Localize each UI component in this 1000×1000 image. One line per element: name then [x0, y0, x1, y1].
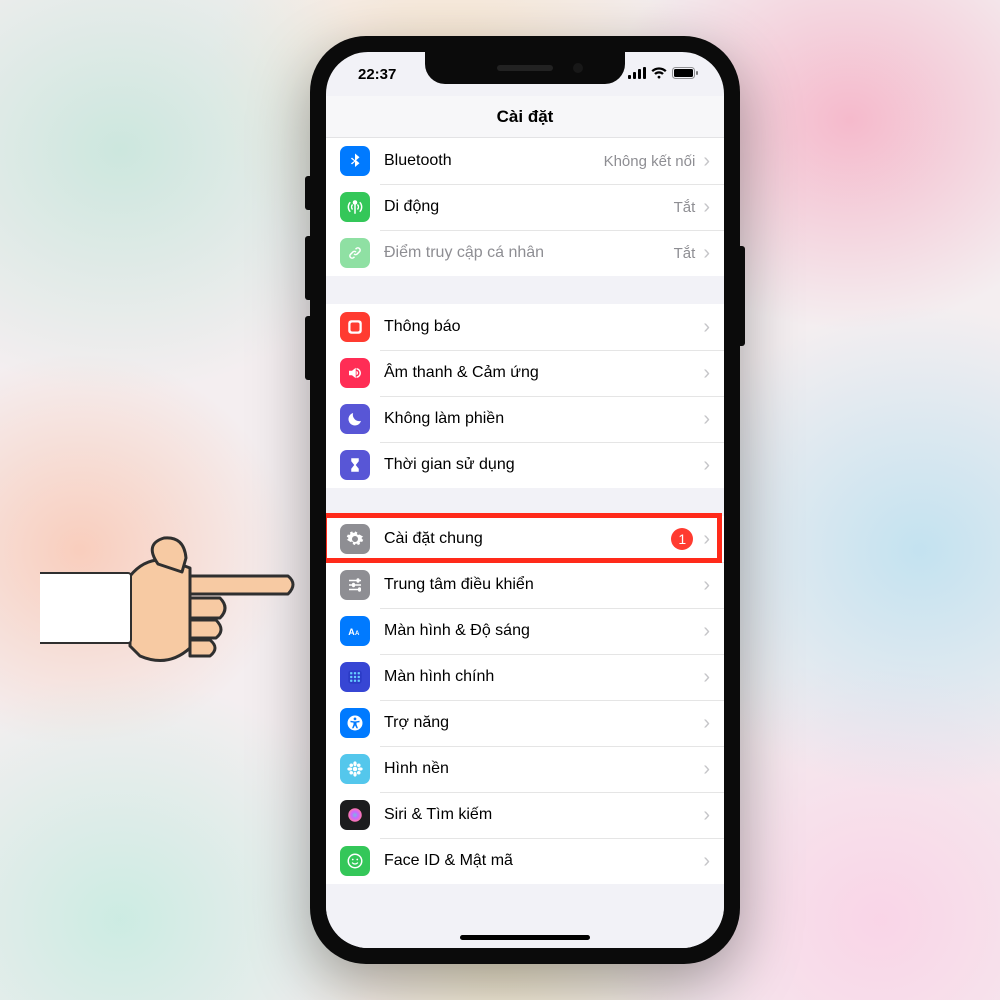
- svg-text:A: A: [355, 631, 360, 637]
- row-label: Bluetooth: [384, 152, 604, 170]
- row-label: Thông báo: [384, 318, 703, 336]
- row-value: Không kết nối: [604, 153, 696, 170]
- siri-icon: [340, 800, 370, 830]
- row-label: Trợ năng: [384, 714, 703, 732]
- row-label: Siri & Tìm kiếm: [384, 806, 703, 824]
- settings-row-hotspot[interactable]: Điểm truy cập cá nhânTắt ›: [326, 230, 724, 276]
- chevron-right-icon: ›: [703, 455, 710, 475]
- settings-row-controlcenter[interactable]: Trung tâm điều khiển›: [326, 562, 724, 608]
- hourglass-icon: [340, 450, 370, 480]
- battery-icon: [672, 66, 698, 83]
- row-label: Thời gian sử dụng: [384, 456, 703, 474]
- chevron-right-icon: ›: [703, 243, 710, 263]
- notification-badge: 1: [671, 528, 693, 550]
- chevron-right-icon: ›: [703, 575, 710, 595]
- row-label: Face ID & Mật mã: [384, 852, 703, 870]
- chevron-right-icon: ›: [703, 759, 710, 779]
- screen: 22:37 Cài đặt BluetoothKhông kết nối›Di …: [326, 52, 724, 948]
- chevron-right-icon: ›: [703, 197, 710, 217]
- row-label: Âm thanh & Cảm ứng: [384, 364, 703, 382]
- row-label: Màn hình chính: [384, 668, 703, 686]
- antenna-icon: [340, 192, 370, 222]
- chevron-right-icon: ›: [703, 363, 710, 383]
- settings-row-general[interactable]: Cài đặt chung1 ›: [326, 516, 724, 562]
- page-title: Cài đặt: [326, 96, 724, 138]
- chevron-right-icon: ›: [703, 529, 710, 549]
- wifi-icon: [651, 66, 667, 83]
- chevron-right-icon: ›: [703, 713, 710, 733]
- home-indicator[interactable]: [460, 935, 590, 940]
- app-grid-icon: [340, 662, 370, 692]
- row-label: Cài đặt chung: [384, 530, 671, 548]
- chevron-right-icon: ›: [703, 409, 710, 429]
- settings-row-wallpaper[interactable]: Hình nền›: [326, 746, 724, 792]
- speaker-icon: [340, 358, 370, 388]
- settings-row-screentime[interactable]: Thời gian sử dụng›: [326, 442, 724, 488]
- settings-row-siri[interactable]: Siri & Tìm kiếm›: [326, 792, 724, 838]
- signal-icon: [628, 66, 646, 83]
- bluetooth-icon: [340, 146, 370, 176]
- settings-row-notifications[interactable]: Thông báo›: [326, 304, 724, 350]
- chevron-right-icon: ›: [703, 851, 710, 871]
- settings-group: Thông báo›Âm thanh & Cảm ứng›Không làm p…: [326, 304, 724, 488]
- notch: [425, 52, 625, 84]
- settings-list[interactable]: BluetoothKhông kết nối›Di độngTắt›Điểm t…: [326, 138, 724, 948]
- chevron-right-icon: ›: [703, 621, 710, 641]
- row-label: Màn hình & Độ sáng: [384, 622, 703, 640]
- pointing-hand-illustration: [40, 528, 300, 693]
- accessibility-icon: [340, 708, 370, 738]
- settings-row-bluetooth[interactable]: BluetoothKhông kết nối ›: [326, 138, 724, 184]
- settings-row-cellular[interactable]: Di độngTắt ›: [326, 184, 724, 230]
- settings-row-homescreen[interactable]: Màn hình chính›: [326, 654, 724, 700]
- status-time: 22:37: [358, 66, 396, 83]
- face-icon: [340, 846, 370, 876]
- row-label: Hình nền: [384, 760, 703, 778]
- row-label: Không làm phiền: [384, 410, 703, 428]
- text-size-icon: AA: [340, 616, 370, 646]
- flower-icon: [340, 754, 370, 784]
- settings-group: BluetoothKhông kết nối›Di độngTắt›Điểm t…: [326, 138, 724, 276]
- settings-row-dnd[interactable]: Không làm phiền›: [326, 396, 724, 442]
- chevron-right-icon: ›: [703, 317, 710, 337]
- row-value: Tắt: [674, 199, 696, 216]
- row-label: Điểm truy cập cá nhân: [384, 244, 674, 262]
- sliders-icon: [340, 570, 370, 600]
- settings-row-sounds[interactable]: Âm thanh & Cảm ứng›: [326, 350, 724, 396]
- settings-row-faceid[interactable]: Face ID & Mật mã›: [326, 838, 724, 884]
- phone-frame: 22:37 Cài đặt BluetoothKhông kết nối›Di …: [310, 36, 740, 964]
- svg-text:A: A: [348, 627, 355, 637]
- bell-square-icon: [340, 312, 370, 342]
- settings-row-accessibility[interactable]: Trợ năng›: [326, 700, 724, 746]
- chevron-right-icon: ›: [703, 151, 710, 171]
- chevron-right-icon: ›: [703, 667, 710, 687]
- row-label: Di động: [384, 198, 674, 216]
- link-icon: [340, 238, 370, 268]
- row-label: Trung tâm điều khiển: [384, 576, 703, 594]
- row-value: Tắt: [674, 245, 696, 262]
- moon-icon: [340, 404, 370, 434]
- chevron-right-icon: ›: [703, 805, 710, 825]
- gear-icon: [340, 524, 370, 554]
- settings-row-display[interactable]: AA Màn hình & Độ sáng›: [326, 608, 724, 654]
- settings-group: Cài đặt chung1›Trung tâm điều khiển›AAMà…: [326, 516, 724, 884]
